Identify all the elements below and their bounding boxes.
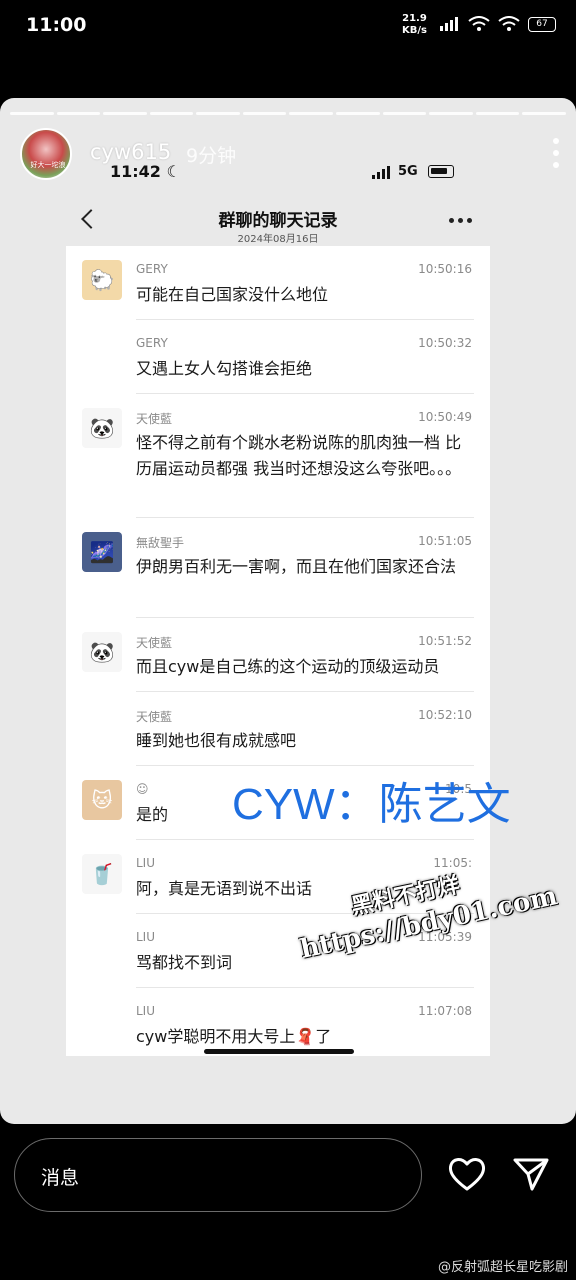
sender-name: 無敌聖手: [136, 536, 185, 550]
moon-icon: ☾: [166, 162, 181, 181]
overlay-caption: CYW：陈艺文: [232, 780, 511, 829]
send-icon[interactable]: [512, 1156, 550, 1192]
message-time: 11:07:08: [418, 1004, 472, 1018]
message-time: 10:50:16: [418, 262, 472, 276]
message-text: 而且cyw是自己练的这个运动的顶级运动员: [136, 657, 440, 676]
network-type: 5G: [398, 164, 418, 179]
sender-name: 天使藍: [136, 636, 173, 650]
more-vertical-icon[interactable]: [552, 138, 560, 168]
reply-placeholder: 消息: [41, 1167, 80, 1189]
message-time: 10:51:05: [418, 534, 472, 548]
network-speed: 21.9 KB/s: [402, 13, 427, 37]
avatar[interactable]: 好大一坨浪: [20, 128, 72, 180]
wifi-icon-2: [498, 16, 520, 31]
message-text: 伊朗男百利无一害啊，而且在他们国家还合法: [136, 557, 457, 576]
message-time: 10:51:52: [418, 634, 472, 648]
list-item[interactable]: LIU 11:07:08 cyw学聪明不用大号上🧣了: [66, 988, 490, 1056]
list-item[interactable]: 🐑 GERY 10:50:16 可能在自己国家没什么地位: [66, 246, 490, 320]
sender-name: GERY: [136, 262, 168, 276]
message-time: 10:50:49: [418, 410, 472, 424]
message-text: 怪不得之前有个跳水老粉说陈的肌肉独一档 比历届运动员都强 我当时还想没这么夸张吧…: [136, 433, 462, 478]
chat-header: 群聊的聊天记录 2024年08月16日: [66, 202, 490, 248]
sender-name: 天使藍: [136, 412, 173, 426]
message-text: 又遇上女人勾搭谁会拒绝: [136, 359, 313, 378]
heart-icon[interactable]: [448, 1156, 486, 1192]
sender-name: LIU: [136, 856, 156, 870]
battery-icon: 67: [528, 16, 556, 32]
more-horizontal-icon[interactable]: [449, 218, 472, 223]
signal-icon: [372, 166, 390, 179]
sender-name: 天使藍: [136, 710, 173, 724]
avatar[interactable]: 🐼: [82, 632, 122, 672]
story-progress-bar: [10, 112, 566, 115]
message-time: 10:52:10: [418, 708, 472, 722]
list-item[interactable]: 🐼 天使藍 10:50:49 怪不得之前有个跳水老粉说陈的肌肉独一档 比历届运动员都强…: [66, 394, 490, 518]
wifi-icon: [468, 16, 490, 31]
network-speed-unit: KB/s: [402, 25, 427, 36]
avatar-caption: 好大一坨浪: [30, 161, 66, 169]
message-time: 10:50:32: [418, 336, 472, 350]
chat-date: 2024年08月16日: [237, 234, 319, 245]
credit-text: @反射弧超长星吃影剧: [437, 1260, 568, 1275]
message-reply-input[interactable]: 消息: [14, 1138, 422, 1212]
screenshot-status-bar: 11:42 ☾ 5G: [110, 162, 460, 184]
sender-name: ☺: [136, 782, 149, 796]
list-item[interactable]: 🐼 天使藍 10:51:52 而且cyw是自己练的这个运动的顶级运动员: [66, 618, 490, 692]
story-username[interactable]: cyw615: [90, 140, 171, 164]
message-text: 可能在自己国家没什么地位: [136, 285, 329, 304]
avatar[interactable]: 🐱: [82, 780, 122, 820]
screenshot-time: 11:42 ☾: [110, 162, 181, 181]
battery-icon: [428, 165, 454, 178]
message-text: 睡到她也很有成就感吧: [136, 731, 297, 750]
sender-name: LIU: [136, 930, 156, 944]
signal-icon: [440, 17, 458, 31]
chat-title: 群聊的聊天记录: [218, 211, 338, 231]
message-text: cyw学聪明不用大号上🧣了: [136, 1027, 332, 1046]
list-item[interactable]: GERY 10:50:32 又遇上女人勾搭谁会拒绝: [66, 320, 490, 394]
home-indicator: [204, 1049, 354, 1054]
avatar[interactable]: 🌌: [82, 532, 122, 572]
avatar[interactable]: 🐑: [82, 260, 122, 300]
list-item[interactable]: 天使藍 10:52:10 睡到她也很有成就感吧: [66, 692, 490, 766]
status-icons: 67: [440, 16, 556, 32]
network-speed-value: 21.9: [402, 13, 427, 24]
status-time: 11:00: [26, 14, 87, 36]
avatar[interactable]: 🥤: [82, 854, 122, 894]
sender-name: LIU: [136, 1004, 156, 1018]
avatar[interactable]: 🐼: [82, 408, 122, 448]
list-item[interactable]: 🌌 無敌聖手 10:51:05 伊朗男百利无一害啊，而且在他们国家还合法: [66, 518, 490, 618]
story-card[interactable]: 好大一坨浪 cyw615 9分钟 11:42 ☾ 5G 群聊的聊天记录 2024…: [0, 98, 576, 1124]
status-bar: 11:00 21.9 KB/s 67: [0, 0, 576, 50]
sender-name: GERY: [136, 336, 168, 350]
